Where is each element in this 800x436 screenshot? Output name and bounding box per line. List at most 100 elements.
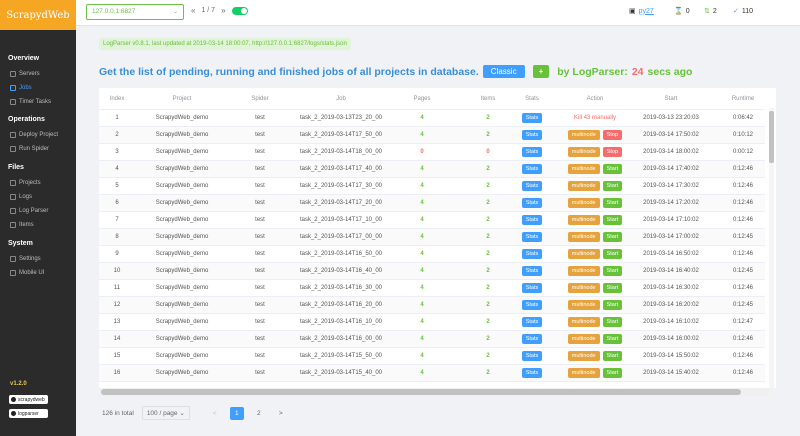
- prev-node-button[interactable]: «: [191, 6, 195, 15]
- project-cell[interactable]: ScrapydWeb_demo: [135, 110, 229, 126]
- column-header-start[interactable]: Start: [619, 88, 723, 109]
- multinode-button[interactable]: multinode: [567, 300, 600, 310]
- job-cell[interactable]: task_2_2019-03-14T17_30_00: [291, 178, 391, 194]
- stats-button[interactable]: Stats: [521, 130, 543, 140]
- stats-button[interactable]: Stats: [521, 198, 543, 208]
- classic-view-button[interactable]: Classic: [482, 65, 525, 78]
- sidebar-item-items[interactable]: Items: [10, 222, 34, 228]
- stats-button[interactable]: Stats: [521, 300, 543, 310]
- multinode-button[interactable]: multinode: [567, 266, 600, 276]
- job-cell[interactable]: task_2_2019-03-14T17_40_00: [291, 161, 391, 177]
- multinode-button[interactable]: multinode: [567, 351, 600, 361]
- scrollbar-thumb[interactable]: [769, 111, 774, 163]
- sidebar-item-projects[interactable]: Projects: [10, 180, 41, 186]
- project-cell[interactable]: ScrapydWeb_demo: [135, 314, 229, 330]
- page-2-button[interactable]: 2: [252, 407, 266, 420]
- multinode-button[interactable]: multinode: [567, 164, 600, 174]
- job-cell[interactable]: task_2_2019-03-14T17_20_00: [291, 195, 391, 211]
- multinode-button[interactable]: multinode: [567, 249, 600, 259]
- stats-button[interactable]: Stats: [521, 283, 543, 293]
- github-scrapydweb-badge[interactable]: scrapydweb: [9, 395, 48, 404]
- project-cell[interactable]: ScrapydWeb_demo: [135, 280, 229, 296]
- sidebar-item-settings[interactable]: Settings: [10, 256, 41, 262]
- stats-button[interactable]: Stats: [521, 181, 543, 191]
- job-cell[interactable]: task_2_2019-03-14T16_10_00: [291, 314, 391, 330]
- job-cell[interactable]: task_2_2019-03-14T17_10_00: [291, 212, 391, 228]
- page-1-button[interactable]: 1: [229, 406, 244, 420]
- sidebar-item-jobs[interactable]: Jobs: [10, 85, 32, 91]
- project-cell[interactable]: ScrapydWeb_demo: [135, 127, 229, 143]
- kill-link[interactable]: Kill 43 manually: [574, 115, 616, 121]
- stats-button[interactable]: Stats: [521, 334, 543, 344]
- job-cell[interactable]: task_2_2019-03-14T16_30_00: [291, 280, 391, 296]
- sidebar-item-run-spider[interactable]: Run Spider: [10, 146, 49, 152]
- python-version-link[interactable]: ▣ py27: [629, 7, 654, 16]
- project-cell[interactable]: ScrapydWeb_demo: [135, 178, 229, 194]
- stats-button[interactable]: Stats: [521, 317, 543, 327]
- sidebar-item-logs[interactable]: Logs: [10, 194, 32, 200]
- multinode-button[interactable]: multinode: [567, 283, 600, 293]
- job-cell[interactable]: task_2_2019-03-14T16_40_00: [291, 263, 391, 279]
- column-header-project[interactable]: Project: [135, 88, 229, 109]
- sidebar-item-deploy-project[interactable]: Deploy Project: [10, 132, 58, 138]
- column-header-stats[interactable]: Stats: [513, 88, 551, 109]
- multinode-button[interactable]: multinode: [567, 368, 600, 378]
- add-button[interactable]: +: [532, 65, 550, 78]
- job-cell[interactable]: task_2_2019-03-14T15_40_00: [291, 365, 391, 381]
- project-cell[interactable]: ScrapydWeb_demo: [135, 161, 229, 177]
- job-cell[interactable]: task_2_2019-03-13T23_20_00: [291, 110, 391, 126]
- project-cell[interactable]: ScrapydWeb_demo: [135, 331, 229, 347]
- multinode-button[interactable]: multinode: [567, 147, 600, 157]
- multinode-button[interactable]: multinode: [567, 334, 600, 344]
- job-cell[interactable]: task_2_2019-03-14T16_50_00: [291, 246, 391, 262]
- auto-refresh-toggle[interactable]: [231, 6, 248, 15]
- sidebar-item-servers[interactable]: Servers: [10, 71, 40, 77]
- job-cell[interactable]: task_2_2019-03-14T17_50_00: [291, 127, 391, 143]
- sidebar-item-timer-tasks[interactable]: Timer Tasks: [10, 99, 51, 105]
- vertical-scrollbar[interactable]: [769, 108, 774, 388]
- column-header-runtime[interactable]: Runtime: [723, 88, 763, 109]
- stats-button[interactable]: Stats: [521, 249, 543, 259]
- column-header-job[interactable]: Job: [291, 88, 391, 109]
- stats-button[interactable]: Stats: [521, 147, 543, 157]
- scrollbar-thumb[interactable]: [101, 389, 741, 395]
- next-node-button[interactable]: »: [221, 6, 225, 15]
- multinode-button[interactable]: multinode: [567, 198, 600, 208]
- multinode-button[interactable]: multinode: [567, 317, 600, 327]
- project-cell[interactable]: ScrapydWeb_demo: [135, 212, 229, 228]
- stats-button[interactable]: Stats: [521, 164, 543, 174]
- stats-button[interactable]: Stats: [521, 368, 543, 378]
- multinode-button[interactable]: multinode: [567, 232, 600, 242]
- node-select[interactable]: 127.0.0.1:6827 ⌄: [86, 4, 184, 20]
- project-cell[interactable]: ScrapydWeb_demo: [135, 144, 229, 160]
- column-header-index[interactable]: Index: [99, 88, 135, 109]
- project-cell[interactable]: ScrapydWeb_demo: [135, 229, 229, 245]
- job-cell[interactable]: task_2_2019-03-14T17_00_00: [291, 229, 391, 245]
- project-cell[interactable]: ScrapydWeb_demo: [135, 195, 229, 211]
- next-page-button[interactable]: >: [274, 407, 288, 420]
- app-logo[interactable]: ScrapydWeb: [0, 0, 76, 30]
- project-cell[interactable]: ScrapydWeb_demo: [135, 263, 229, 279]
- project-cell[interactable]: ScrapydWeb_demo: [135, 246, 229, 262]
- column-header-spider[interactable]: Spider: [229, 88, 291, 109]
- job-cell[interactable]: task_2_2019-03-14T16_20_00: [291, 297, 391, 313]
- sidebar-item-mobile-ui[interactable]: Mobile UI: [10, 270, 44, 276]
- horizontal-scrollbar[interactable]: [99, 388, 769, 396]
- stats-button[interactable]: Stats: [521, 266, 543, 276]
- stats-button[interactable]: Stats: [521, 351, 543, 361]
- github-logparser-badge[interactable]: logparser: [9, 409, 48, 418]
- prev-page-button[interactable]: <: [208, 407, 222, 420]
- job-cell[interactable]: task_2_2019-03-14T16_00_00: [291, 331, 391, 347]
- stats-button[interactable]: Stats: [521, 215, 543, 225]
- stats-button[interactable]: Stats: [521, 232, 543, 242]
- job-cell[interactable]: task_2_2019-03-14T15_50_00: [291, 348, 391, 364]
- sidebar-item-log-parser[interactable]: Log Parser: [10, 208, 48, 214]
- multinode-button[interactable]: multinode: [567, 181, 600, 191]
- page-size-select[interactable]: 100 / page ⌄: [141, 406, 190, 420]
- column-header-pages[interactable]: Pages: [391, 88, 453, 109]
- project-cell[interactable]: ScrapydWeb_demo: [135, 297, 229, 313]
- project-cell[interactable]: ScrapydWeb_demo: [135, 365, 229, 381]
- multinode-button[interactable]: multinode: [567, 130, 600, 140]
- stats-button[interactable]: Stats: [521, 113, 543, 123]
- multinode-button[interactable]: multinode: [567, 215, 600, 225]
